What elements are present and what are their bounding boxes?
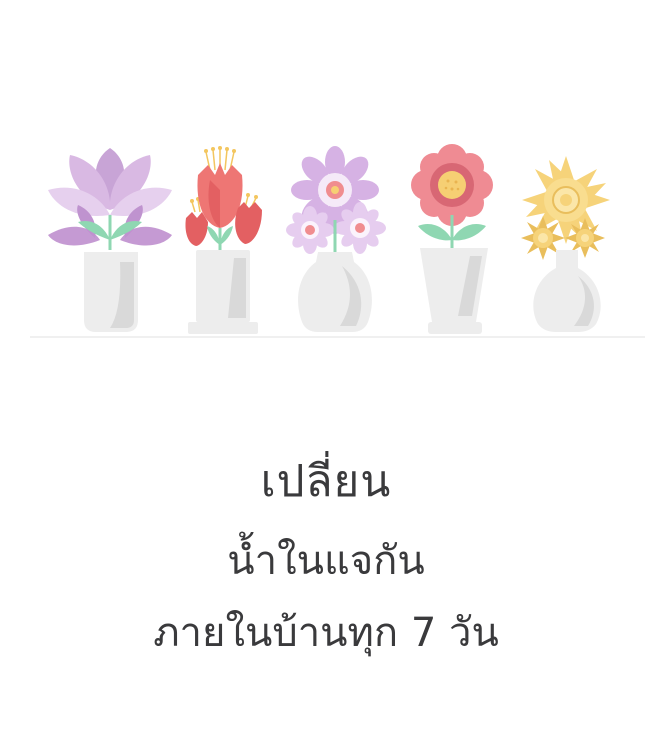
- headline-line-3: ภายในบ้านทุก 7 วัน: [153, 610, 499, 656]
- headline-line-2: น้ำในแจกัน: [227, 538, 425, 584]
- daisy-flowers-icon: [286, 146, 386, 332]
- lotus-flower-icon: [48, 148, 172, 332]
- headline-line-1: เปลี่ยน: [260, 456, 392, 507]
- flower-vases-illustration: [30, 144, 645, 338]
- pink-flower-icon: [411, 144, 493, 334]
- yellow-sunflower-icon: [521, 156, 610, 332]
- tulip-flowers-icon: [185, 146, 262, 334]
